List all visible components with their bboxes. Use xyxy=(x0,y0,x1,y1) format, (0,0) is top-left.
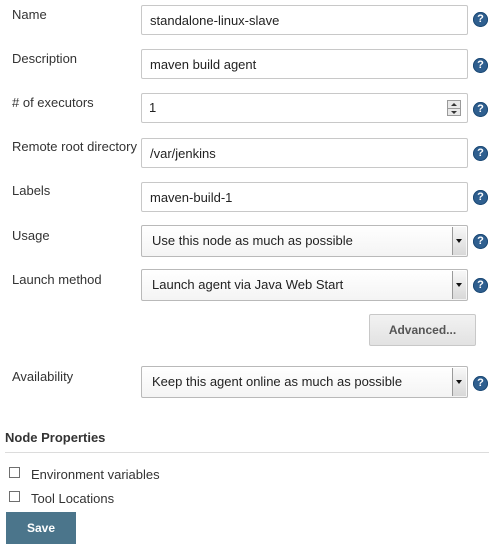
help-icon[interactable]: ? xyxy=(473,146,488,161)
environment-variables-checkbox[interactable] xyxy=(9,467,20,478)
launch-method-label: Launch method xyxy=(12,272,102,287)
help-icon[interactable]: ? xyxy=(473,278,488,293)
chevron-down-icon[interactable] xyxy=(452,368,466,396)
help-icon[interactable]: ? xyxy=(473,58,488,73)
help-icon[interactable]: ? xyxy=(473,102,488,117)
executors-label: # of executors xyxy=(12,95,94,110)
availability-label: Availability xyxy=(12,369,74,384)
section-divider xyxy=(5,452,489,453)
executors-spinner[interactable]: 1 xyxy=(141,93,468,123)
name-label: Name xyxy=(12,7,47,22)
node-properties-title: Node Properties xyxy=(5,430,106,445)
tool-locations-label[interactable]: Tool Locations xyxy=(31,491,114,506)
usage-label: Usage xyxy=(12,228,50,243)
name-input[interactable] xyxy=(141,5,468,35)
launch-method-selected-value: Launch agent via Java Web Start xyxy=(152,277,344,292)
availability-select[interactable]: Keep this agent online as much as possib… xyxy=(141,366,468,398)
environment-variables-label[interactable]: Environment variables xyxy=(31,467,160,482)
increment-icon[interactable] xyxy=(448,101,460,108)
labels-input[interactable] xyxy=(141,182,468,212)
launch-method-select[interactable]: Launch agent via Java Web Start xyxy=(141,269,468,301)
help-icon[interactable]: ? xyxy=(473,376,488,391)
usage-selected-value: Use this node as much as possible xyxy=(152,233,353,248)
advanced-button[interactable]: Advanced... xyxy=(369,314,476,346)
save-button[interactable]: Save xyxy=(6,512,76,544)
help-icon[interactable]: ? xyxy=(473,190,488,205)
executors-value: 1 xyxy=(149,100,157,115)
decrement-icon[interactable] xyxy=(448,108,460,116)
chevron-down-icon[interactable] xyxy=(452,227,466,255)
chevron-down-icon[interactable] xyxy=(452,271,466,299)
availability-selected-value: Keep this agent online as much as possib… xyxy=(152,374,403,389)
remote-root-input[interactable] xyxy=(141,138,468,168)
help-icon[interactable]: ? xyxy=(473,12,488,27)
tool-locations-checkbox[interactable] xyxy=(9,491,20,502)
remote-root-label: Remote root directory xyxy=(12,139,137,154)
help-icon[interactable]: ? xyxy=(473,234,488,249)
usage-select[interactable]: Use this node as much as possible xyxy=(141,225,468,257)
spinner-arrows-icon[interactable] xyxy=(447,100,461,116)
description-label: Description xyxy=(12,51,78,66)
labels-label: Labels xyxy=(12,183,51,198)
description-input[interactable] xyxy=(141,49,468,79)
